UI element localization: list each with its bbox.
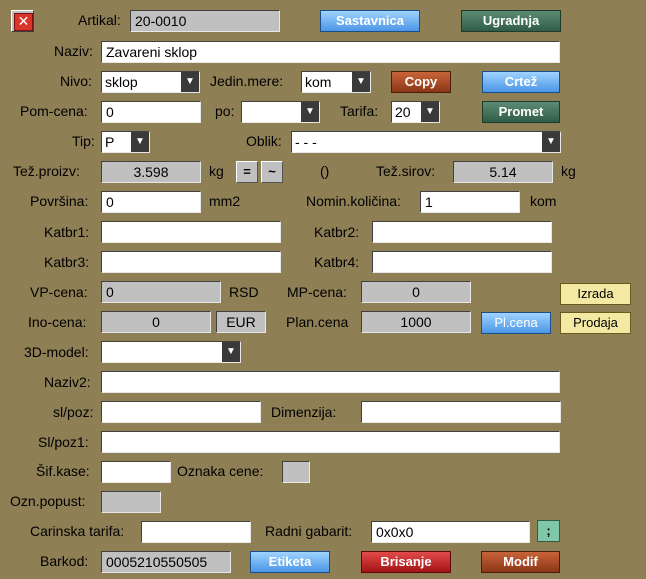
nivo-select[interactable]: sklop ▼ — [101, 71, 200, 93]
mp-cena-label: MP-cena: — [287, 284, 347, 300]
naziv-field[interactable]: Zavareni sklop — [101, 41, 560, 63]
izrada-button[interactable]: Izrada — [560, 283, 631, 305]
katbr4-field[interactable] — [372, 251, 552, 273]
plan-cena-field: 1000 — [361, 311, 471, 333]
oblik-value: - - - — [295, 134, 317, 150]
sif-kase-label: Šif.kase: — [36, 463, 90, 479]
po-select[interactable]: ▼ — [241, 101, 320, 123]
dimenzija-label: Dimenzija: — [271, 404, 337, 420]
nomin-kolicina-unit: kom — [530, 193, 557, 209]
prodaja-button[interactable]: Prodaja — [560, 312, 631, 334]
nivo-value: sklop — [105, 74, 138, 90]
katbr1-field[interactable] — [101, 221, 281, 243]
katbr2-label: Katbr2: — [314, 224, 360, 240]
artikal-label: Artikal: — [78, 12, 121, 28]
promet-button[interactable]: Promet — [482, 101, 560, 123]
povrsina-label: Površina: — [30, 193, 89, 209]
povrsina-field[interactable]: 0 — [101, 191, 201, 213]
chevron-down-icon[interactable]: ▼ — [352, 72, 370, 92]
oznaka-cene-field — [282, 461, 310, 483]
ino-cena-field: 0 — [101, 311, 211, 333]
modif-button[interactable]: Modif — [481, 551, 560, 573]
barkod-field: 0005210550505 — [101, 551, 231, 573]
katbr2-field[interactable] — [372, 221, 552, 243]
katbr3-field[interactable] — [101, 251, 281, 273]
tarifa-value: 20 — [395, 104, 411, 120]
chevron-down-icon[interactable]: ▼ — [542, 132, 560, 152]
sif-kase-field[interactable] — [101, 461, 171, 483]
naziv2-label: Naziv2: — [44, 374, 91, 390]
pom-cena-field[interactable]: 0 — [101, 101, 201, 123]
chevron-down-icon[interactable]: ▼ — [131, 132, 149, 152]
ugradnja-button[interactable]: Ugradnja — [461, 10, 561, 32]
artikal-field[interactable]: 20-0010 — [130, 10, 280, 32]
tip-value: P — [105, 134, 115, 150]
vp-cena-label: VP-cena: — [30, 284, 88, 300]
naziv2-field[interactable] — [101, 371, 560, 393]
tez-sirov-unit: kg — [561, 163, 576, 179]
sl-poz1-label: Sl/poz1: — [38, 434, 89, 450]
jedin-mere-label: Jedin.mere: — [210, 73, 284, 89]
oblik-select[interactable]: - - - ▼ — [291, 131, 561, 153]
paren-text: () — [320, 163, 330, 179]
pom-cena-label: Pom-cena: — [20, 103, 88, 119]
barkod-label: Barkod: — [40, 553, 89, 569]
sl-poz1-field[interactable] — [101, 431, 560, 453]
katbr1-label: Katbr1: — [44, 224, 90, 240]
model-3d-label: 3D-model: — [24, 344, 89, 360]
copy-button[interactable]: Copy — [391, 71, 451, 93]
plcena-button[interactable]: Pl.cena — [481, 312, 551, 334]
vp-cena-field: 0 — [101, 281, 221, 303]
katbr4-label: Katbr4: — [314, 254, 360, 270]
sl-poz-label: sl/poz: — [53, 404, 94, 420]
jedin-mere-value: kom — [305, 74, 332, 90]
approx-button[interactable]: ~ — [261, 161, 283, 183]
ozn-popust-label: Ozn.popust: — [10, 493, 86, 509]
close-x-icon: ✕ — [14, 13, 33, 31]
crtez-button[interactable]: Crtež — [482, 71, 560, 93]
ino-cena-currency: EUR — [216, 311, 266, 333]
tez-sirov-label: Tež.sirov: — [376, 163, 436, 179]
povrsina-unit: mm2 — [209, 193, 241, 209]
equals-button[interactable]: = — [236, 161, 258, 183]
sastavnica-button[interactable]: Sastavnica — [320, 10, 420, 32]
jedin-mere-select[interactable]: kom ▼ — [301, 71, 371, 93]
semicolon-button[interactable]: ; — [537, 520, 560, 542]
carinska-tarifa-field[interactable] — [141, 521, 251, 543]
radni-gabarit-field[interactable]: 0x0x0 — [371, 521, 530, 543]
tarifa-select[interactable]: 20 ▼ — [391, 101, 440, 123]
radni-gabarit-label: Radni gabarit: — [265, 523, 353, 539]
po-label: po: — [215, 103, 235, 119]
naziv-label: Naziv: — [54, 43, 93, 59]
brisanje-button[interactable]: Brisanje — [361, 551, 451, 573]
chevron-down-icon[interactable]: ▼ — [301, 102, 319, 122]
carinska-tarifa-label: Carinska tarifa: — [30, 523, 125, 539]
etiketa-button[interactable]: Etiketa — [250, 551, 330, 573]
mp-cena-field: 0 — [361, 281, 471, 303]
chevron-down-icon[interactable]: ▼ — [222, 342, 240, 362]
tarifa-label: Tarifa: — [340, 103, 379, 119]
oznaka-cene-label: Oznaka cene: — [177, 463, 264, 479]
sl-poz-field[interactable] — [101, 401, 261, 423]
tip-label: Tip: — [72, 133, 95, 149]
plan-cena-label: Plan.cena — [286, 314, 349, 330]
vp-cena-unit: RSD — [229, 284, 259, 300]
tip-select[interactable]: P ▼ — [101, 131, 150, 153]
tez-sirov-field: 5.14 — [453, 161, 553, 183]
chevron-down-icon[interactable]: ▼ — [421, 102, 439, 122]
nomin-kolicina-field[interactable]: 1 — [420, 191, 520, 213]
tez-proizv-field: 3.598 — [101, 161, 201, 183]
oblik-label: Oblik: — [246, 133, 282, 149]
dimenzija-field[interactable] — [361, 401, 561, 423]
nivo-label: Nivo: — [60, 73, 92, 89]
ozn-popust-field — [101, 491, 161, 513]
chevron-down-icon[interactable]: ▼ — [181, 72, 199, 92]
ino-cena-label: Ino-cena: — [28, 314, 87, 330]
tez-proizv-label: Tež.proizv: — [13, 163, 80, 179]
model-3d-select[interactable]: ▼ — [101, 341, 241, 363]
close-button[interactable]: ✕ — [11, 10, 34, 32]
katbr3-label: Katbr3: — [44, 254, 90, 270]
nomin-kolicina-label: Nomin.količina: — [306, 193, 401, 209]
tez-proizv-unit: kg — [209, 163, 224, 179]
